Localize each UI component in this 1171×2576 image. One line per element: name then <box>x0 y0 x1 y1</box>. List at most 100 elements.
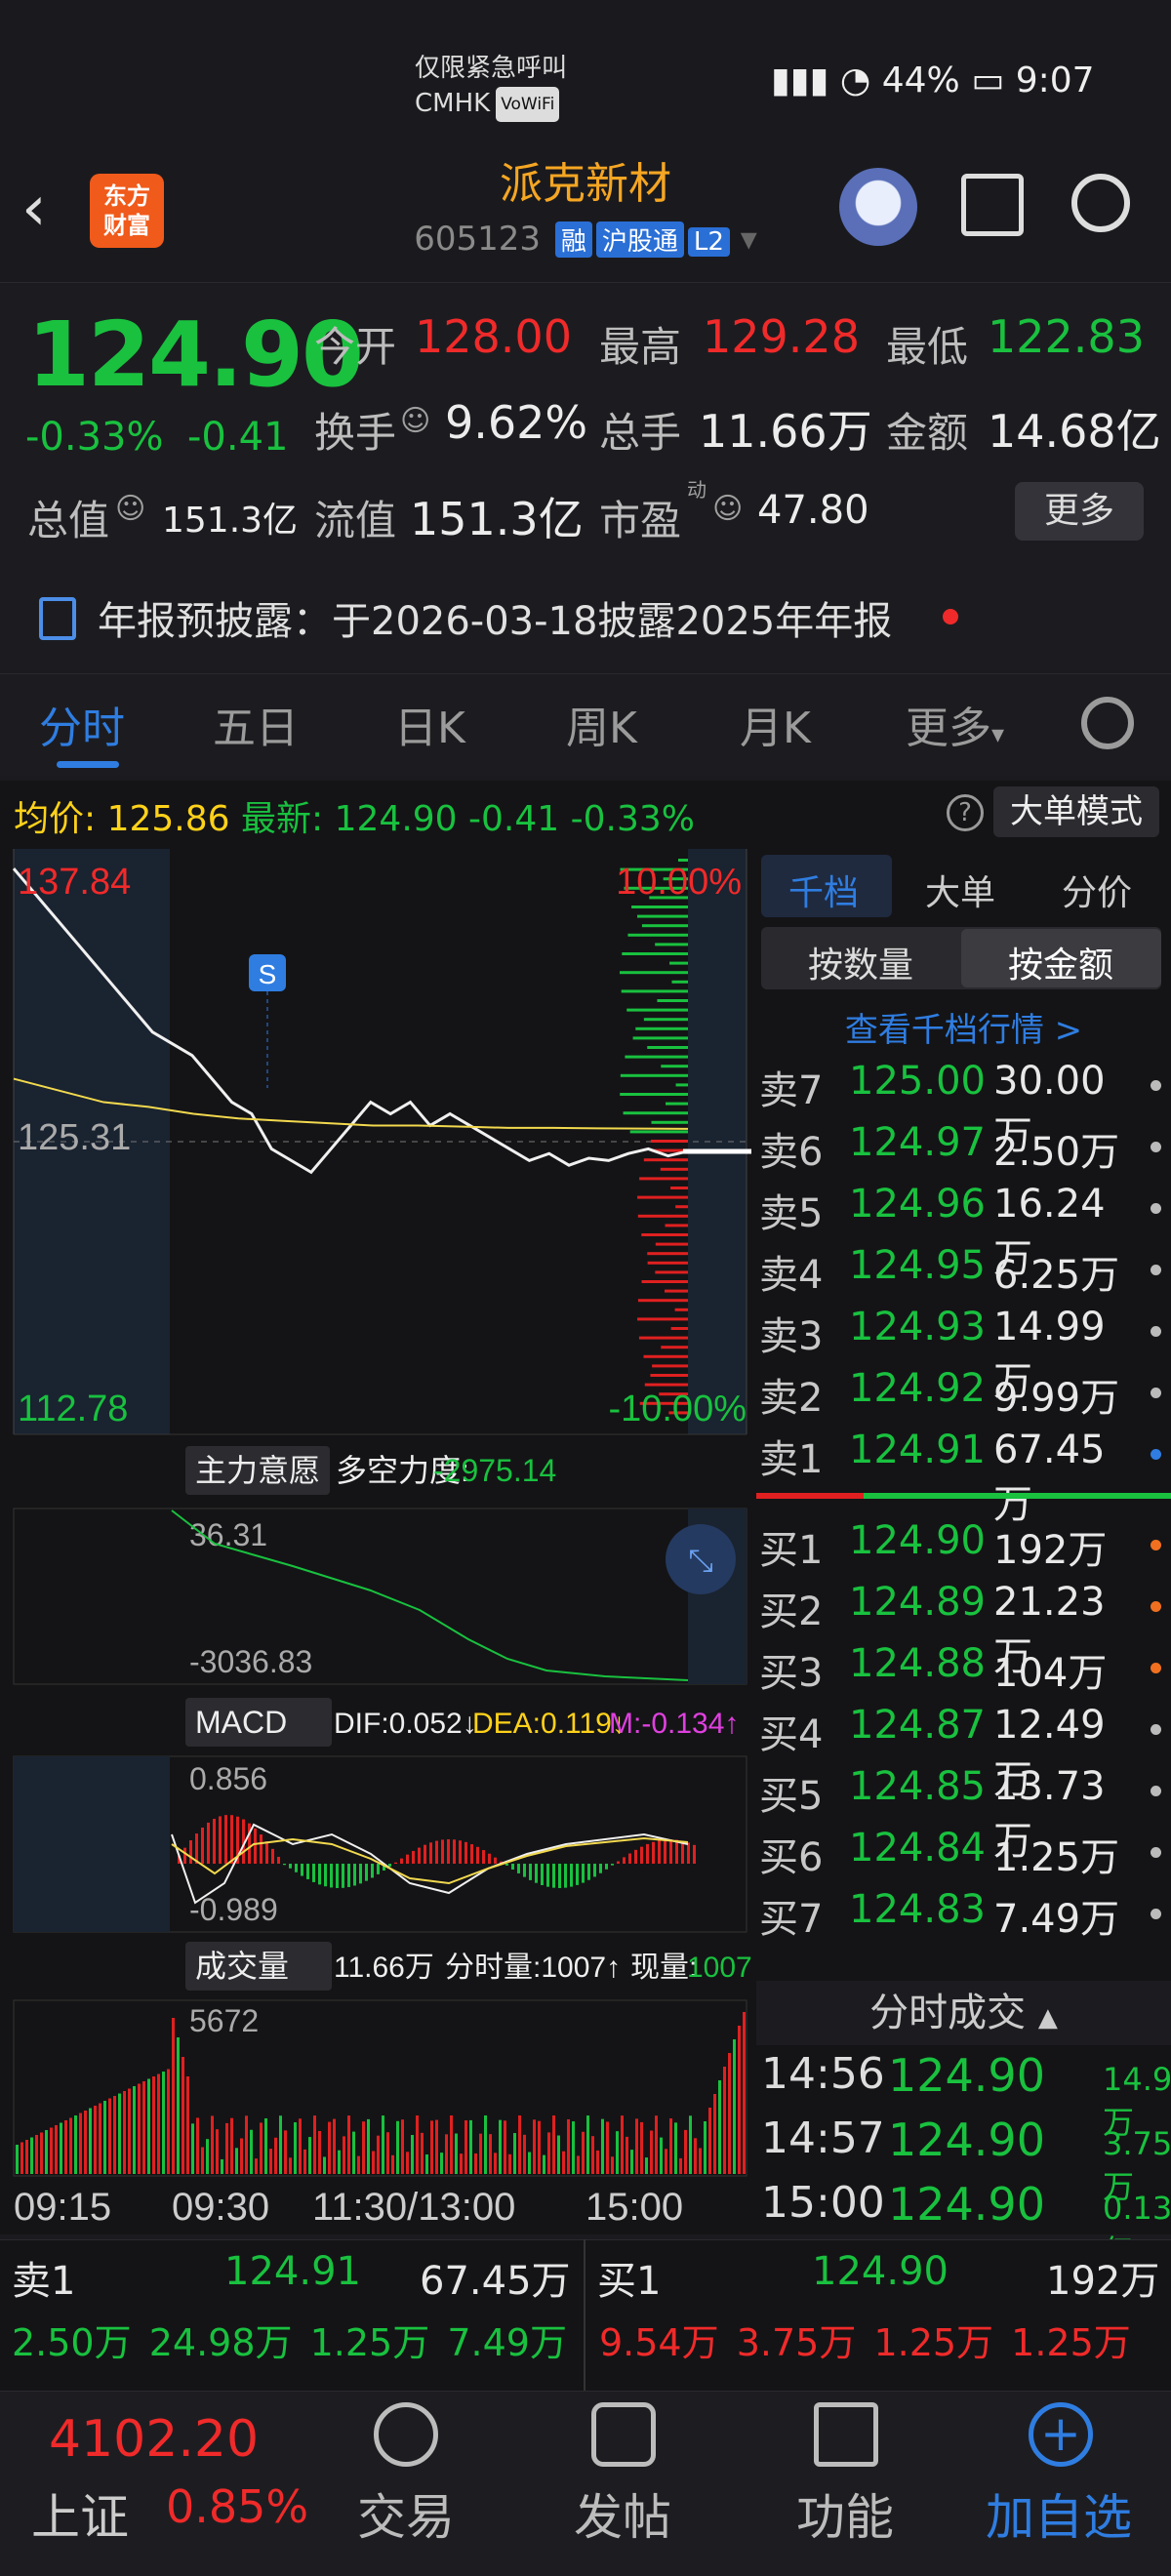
bid-price: 124.88 <box>849 1641 986 1686</box>
index-name[interactable]: 上证 <box>31 2478 129 2549</box>
ask-dot <box>1151 1265 1161 1275</box>
macd-selector[interactable]: MACD <box>195 1705 287 1740</box>
volume-bar <box>425 2153 428 2174</box>
info-icon[interactable]: ☺ <box>400 404 430 438</box>
volume-bar <box>382 2115 384 2174</box>
more-button[interactable]: 更多 <box>1015 482 1144 541</box>
volume-selector[interactable]: 成交量 <box>195 1949 289 1984</box>
volume-bar <box>494 2153 497 2174</box>
gear-icon[interactable] <box>1081 697 1134 749</box>
chevron-down-icon[interactable]: ▾ <box>741 220 757 259</box>
notice-text[interactable]: 年报预披露：于2026-03-18披露2025年年报 <box>98 589 892 646</box>
trades-header[interactable]: 分时成交 ▲ <box>756 1981 1171 2045</box>
trade-time: 14:57 <box>761 2113 885 2163</box>
ask-row[interactable]: 卖2 124.92 9.99万 <box>759 1366 1171 1428</box>
ask-label: 卖3 <box>759 1314 824 1359</box>
volume-bar <box>723 2067 726 2174</box>
macd-bar <box>429 1842 432 1864</box>
trade-icon[interactable] <box>374 2402 438 2467</box>
last-label: 最新: <box>241 799 324 839</box>
ask-row[interactable]: 卖5 124.96 16.24万 <box>759 1182 1171 1281</box>
bid-dot <box>1151 1786 1161 1796</box>
nav-functions[interactable]: 功能 <box>796 2478 894 2549</box>
tag-l2[interactable]: L2 <box>687 227 730 257</box>
nav-add-watchlist[interactable]: 加自选 <box>986 2478 1132 2549</box>
macd-bar <box>447 1839 450 1864</box>
ask-row[interactable]: 卖1 124.91 67.45万 <box>759 1428 1171 1527</box>
pe-label: 市盈 <box>599 497 682 544</box>
macd-bar <box>365 1864 368 1881</box>
depth-bar <box>620 971 688 975</box>
bid-row[interactable]: 买3 124.88 104万 <box>759 1641 1171 1703</box>
nav-trade[interactable]: 交易 <box>357 2478 455 2549</box>
trade-row: 15:00124.900.13亿 <box>761 2178 1171 2270</box>
macd-bar <box>505 1864 508 1866</box>
add-watchlist-icon[interactable]: + <box>1029 2402 1093 2467</box>
amount-label: 金额 <box>886 409 969 457</box>
nav-post[interactable]: 发帖 <box>574 2478 671 2549</box>
help-icon[interactable]: ? <box>947 794 984 831</box>
macd-bar <box>529 1864 532 1880</box>
macd-bar <box>640 1846 643 1864</box>
index-value[interactable]: 4102.20 <box>49 2410 259 2469</box>
bid-row[interactable]: 买2 124.89 21.23万 <box>759 1580 1171 1679</box>
volume-bar <box>294 2122 297 2174</box>
tab-daily[interactable]: 日K <box>394 693 465 755</box>
search-icon[interactable] <box>1071 174 1130 232</box>
indicator1-selector[interactable]: 主力意愿 <box>195 1453 320 1488</box>
volume-bar <box>640 2121 643 2174</box>
tab-more[interactable]: 更多▾ <box>906 693 1004 755</box>
rtab-bigorder[interactable]: 大单 <box>925 865 995 915</box>
sell-row-1: 2.50万 <box>12 2321 132 2364</box>
volume-bar <box>196 2117 199 2174</box>
tab-intraday[interactable]: 分时 <box>39 693 125 755</box>
ask-row[interactable]: 卖3 124.93 14.99万 <box>759 1305 1171 1404</box>
rtab-price[interactable]: 分价 <box>1062 865 1132 915</box>
functions-icon[interactable] <box>814 2402 878 2467</box>
macd-bar <box>324 1864 327 1887</box>
stock-code-row: 605123 融沪股通 L2 ▾ <box>293 220 878 259</box>
macd-bar <box>306 1864 309 1879</box>
macd-bar <box>628 1853 631 1864</box>
macd-bar <box>289 1864 292 1869</box>
back-icon[interactable]: ‹ <box>21 178 47 240</box>
bid-row[interactable]: 买4 124.87 12.49万 <box>759 1703 1171 1802</box>
volume-bar <box>621 2115 624 2174</box>
big-order-mode-button[interactable]: 大单模式 <box>993 786 1159 837</box>
ask-dot <box>1151 1449 1161 1460</box>
index-pct: 0.85% <box>166 2480 309 2533</box>
ask-row[interactable]: 卖4 124.95 6.25万 <box>759 1243 1171 1305</box>
pe-dynamic-mark: 动 <box>687 478 707 502</box>
post-icon[interactable] <box>591 2402 656 2467</box>
share-icon[interactable] <box>961 174 1024 236</box>
ask-price: 125.00 <box>849 1059 986 1104</box>
info-icon[interactable]: ☺ <box>115 492 145 526</box>
assistant-robot-icon[interactable] <box>839 168 917 246</box>
bid-row[interactable]: 买6 124.84 1.25万 <box>759 1826 1171 1887</box>
bid-dot <box>1151 1601 1161 1612</box>
info-icon[interactable]: ☺ <box>712 492 743 526</box>
volume-bar <box>377 2135 380 2174</box>
tab-monthly[interactable]: 月K <box>740 693 811 755</box>
seg-by-count[interactable]: 按数量 <box>808 937 913 987</box>
bid-row[interactable]: 买7 124.83 7.49万 <box>759 1887 1171 1949</box>
view-depth-link[interactable]: 查看千档行情 > <box>756 1003 1171 1051</box>
stock-code: 605123 <box>414 220 542 259</box>
intraday-chart[interactable]: 137.84 125.31 112.78 10.00% -10.00% S 主力… <box>0 849 756 2234</box>
bid-row[interactable]: 买5 124.85 13.73万 <box>759 1764 1171 1864</box>
amount-value: 14.68亿 <box>988 405 1161 458</box>
bid-row[interactable]: 买1 124.90 192万 <box>759 1518 1171 1580</box>
chart-area[interactable]: 137.84 125.31 112.78 10.00% -10.00% S 主力… <box>0 849 756 2234</box>
ask-row[interactable]: 卖6 124.97 2.50万 <box>759 1120 1171 1182</box>
stock-name[interactable]: 派克新材 <box>293 148 878 211</box>
rtab-depth[interactable]: 千档 <box>788 865 859 915</box>
tab-5day[interactable]: 五日 <box>213 693 299 755</box>
depth-bar <box>625 1055 688 1059</box>
volume-bar <box>274 2137 277 2174</box>
depth-bar <box>626 1008 688 1012</box>
volume-bar <box>216 2129 219 2174</box>
ask-row[interactable]: 卖7 125.00 30.00万 <box>759 1059 1171 1158</box>
tab-weekly[interactable]: 周K <box>566 693 637 755</box>
seg-by-amount[interactable]: 按金额 <box>1008 937 1113 987</box>
volume-bar <box>738 2026 741 2174</box>
